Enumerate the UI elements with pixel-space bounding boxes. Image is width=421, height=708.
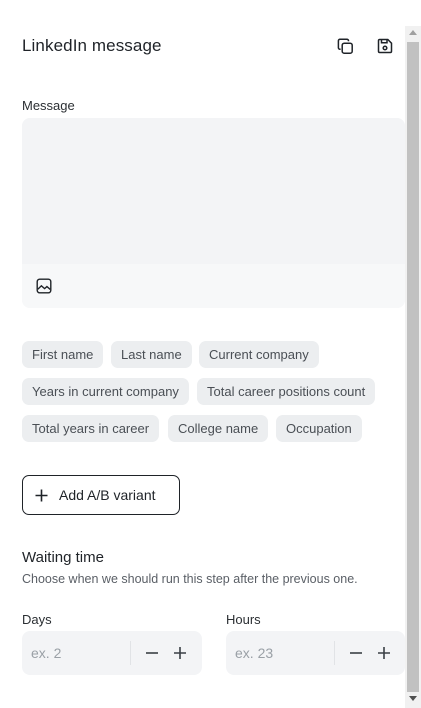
variable-chip-occupation[interactable]: Occupation [276,415,362,442]
days-label: Days [22,612,52,627]
days-stepper-divider [130,641,131,665]
plus-icon [174,647,186,659]
panel-title: LinkedIn message [22,36,162,55]
vertical-scrollbar[interactable] [405,26,421,708]
variable-chip-total-career-positions-count[interactable]: Total career positions count [197,378,376,405]
hours-stepper [226,631,405,675]
image-icon [36,278,52,294]
variable-chip-total-years-in-career[interactable]: Total years in career [22,415,160,442]
variable-chip-college-name[interactable]: College name [168,415,269,442]
waiting-time-description: Choose when we should run this step afte… [22,572,358,586]
hours-decrement-button[interactable] [348,645,364,661]
message-editor [22,118,405,308]
add-ab-variant-label: Add A/B variant [59,487,156,503]
variable-chip-years-in-current-company[interactable]: Years in current company [22,378,189,405]
add-ab-variant-button[interactable]: Add A/B variant [22,475,180,515]
minus-icon [350,652,362,654]
hours-increment-button[interactable] [376,645,392,661]
hours-label: Hours [226,612,261,627]
days-stepper [22,631,202,675]
scroll-down-arrow-icon[interactable] [409,696,417,701]
save-button[interactable] [375,36,395,56]
waiting-time-title: Waiting time [22,549,104,566]
variable-chip-first-name[interactable]: First name [22,341,104,368]
variable-chip-last-name[interactable]: Last name [111,341,192,368]
hours-input[interactable] [226,631,334,675]
days-decrement-button[interactable] [144,645,160,661]
copy-button[interactable] [335,36,355,56]
plus-icon [378,647,390,659]
days-input[interactable] [22,631,130,675]
copy-icon [337,37,353,54]
message-label: Message [22,98,75,113]
minus-icon [146,652,158,654]
insert-image-button[interactable] [35,277,53,295]
message-toolbar [22,264,405,308]
scrollbar-thumb[interactable] [407,42,419,692]
variable-chip-current-company[interactable]: Current company [199,341,319,368]
save-icon [377,38,393,54]
scroll-up-arrow-icon[interactable] [409,30,417,35]
hours-stepper-divider [334,641,335,665]
days-increment-button[interactable] [172,645,188,661]
message-textarea[interactable] [22,118,405,264]
plus-icon [34,488,48,502]
linkedin-message-panel: LinkedIn message Message First name Last… [0,0,405,708]
